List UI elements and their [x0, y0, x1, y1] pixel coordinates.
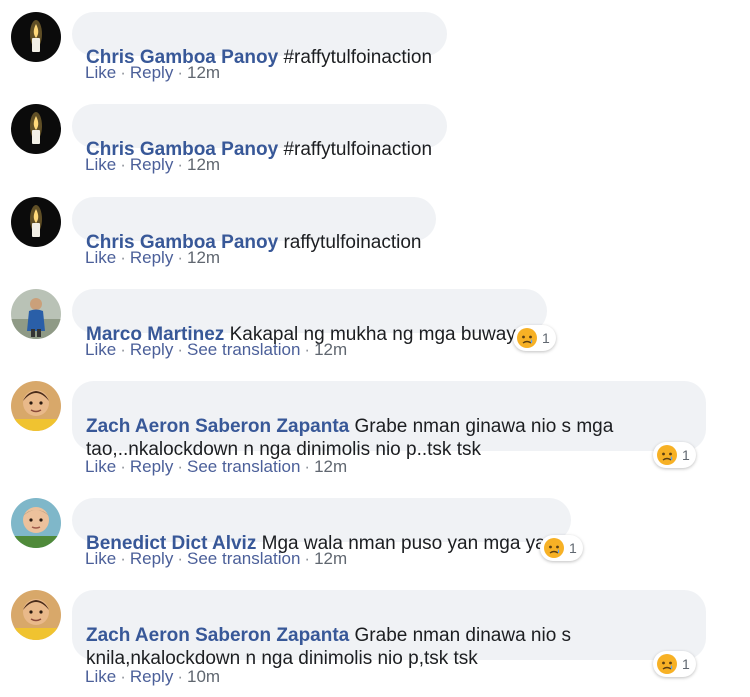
- comment-timestamp[interactable]: 12m: [314, 340, 347, 359]
- reaction-badge[interactable]: 1: [540, 535, 583, 561]
- like-link[interactable]: Like: [85, 248, 116, 267]
- reply-link[interactable]: Reply: [130, 155, 173, 174]
- comment-bubble: Zach Aeron Saberon Zapanta Grabe nman gi…: [72, 381, 706, 460]
- separator: ·: [120, 457, 126, 476]
- like-link[interactable]: Like: [85, 549, 116, 568]
- comment-timestamp[interactable]: 12m: [314, 457, 347, 476]
- reaction-count: 1: [542, 330, 550, 346]
- like-link[interactable]: Like: [85, 340, 116, 359]
- separator: ·: [120, 63, 126, 82]
- comment-text: raffytulfoinaction: [283, 232, 422, 253]
- like-link[interactable]: Like: [85, 63, 116, 82]
- person-avatar[interactable]: [11, 289, 61, 339]
- comment-bubble: Chris Gamboa Panoy #raffytulfoinaction: [72, 104, 448, 160]
- reply-link[interactable]: Reply: [130, 340, 173, 359]
- see-translation-link[interactable]: See translation: [187, 549, 300, 568]
- separator: ·: [177, 155, 183, 174]
- reaction-count: 1: [682, 447, 690, 463]
- comment-timestamp[interactable]: 12m: [187, 248, 220, 267]
- see-translation-link[interactable]: See translation: [187, 340, 300, 359]
- comment-timestamp[interactable]: 12m: [187, 63, 220, 82]
- comment-actions: Like · Reply · 12m: [85, 63, 220, 83]
- reaction-count: 1: [682, 656, 690, 672]
- candle-avatar[interactable]: [11, 104, 61, 154]
- comment-author[interactable]: Zach Aeron Saberon Zapanta: [86, 416, 349, 437]
- sad-reaction-icon: [517, 328, 537, 348]
- comment-actions: Like · Reply · 12m: [85, 248, 220, 268]
- comment-actions: Like · Reply · See translation · 12m: [85, 457, 347, 477]
- child-avatar[interactable]: [11, 381, 61, 431]
- reply-link[interactable]: Reply: [130, 549, 173, 568]
- reaction-count: 1: [569, 540, 577, 556]
- comment-feed: Chris Gamboa Panoy #raffytulfoinaction L…: [0, 0, 750, 697]
- candle-avatar[interactable]: [11, 197, 61, 247]
- reply-link[interactable]: Reply: [130, 457, 173, 476]
- separator: ·: [177, 667, 183, 686]
- comment-text: #raffytulfoinaction: [283, 47, 433, 68]
- separator: ·: [304, 457, 311, 476]
- separator: ·: [177, 549, 183, 568]
- like-link[interactable]: Like: [85, 155, 116, 174]
- comment-author[interactable]: Zach Aeron Saberon Zapanta: [86, 625, 349, 646]
- comment-bubble: Chris Gamboa Panoy raffytulfoinaction: [72, 197, 437, 253]
- separator: ·: [120, 549, 126, 568]
- separator: ·: [120, 340, 126, 359]
- separator: ·: [304, 340, 311, 359]
- separator: ·: [120, 248, 126, 267]
- candle-avatar[interactable]: [11, 12, 61, 62]
- comment-actions: Like · Reply · 10m: [85, 667, 220, 687]
- comment-bubble: Zach Aeron Saberon Zapanta Grabe nman di…: [72, 590, 706, 669]
- like-link[interactable]: Like: [85, 667, 116, 686]
- comment-actions: Like · Reply · See translation · 12m: [85, 340, 347, 360]
- reaction-badge[interactable]: 1: [653, 442, 696, 468]
- comment-timestamp[interactable]: 12m: [314, 549, 347, 568]
- reply-link[interactable]: Reply: [130, 63, 173, 82]
- comment-actions: Like · Reply · See translation · 12m: [85, 549, 347, 569]
- separator: ·: [120, 667, 126, 686]
- see-translation-link[interactable]: See translation: [187, 457, 300, 476]
- separator: ·: [304, 549, 311, 568]
- separator: ·: [120, 155, 126, 174]
- comment-text: #raffytulfoinaction: [283, 139, 433, 160]
- like-link[interactable]: Like: [85, 457, 116, 476]
- reply-link[interactable]: Reply: [130, 667, 173, 686]
- sad-reaction-icon: [657, 654, 677, 674]
- reply-link[interactable]: Reply: [130, 248, 173, 267]
- separator: ·: [177, 457, 183, 476]
- sad-reaction-icon: [544, 538, 564, 558]
- comment-timestamp[interactable]: 10m: [187, 667, 220, 686]
- separator: ·: [177, 63, 183, 82]
- comment-bubble: Chris Gamboa Panoy #raffytulfoinaction: [72, 12, 448, 68]
- child-avatar-2[interactable]: [11, 498, 61, 548]
- comment-actions: Like · Reply · 12m: [85, 155, 220, 175]
- comment-timestamp[interactable]: 12m: [187, 155, 220, 174]
- child-avatar[interactable]: [11, 590, 61, 640]
- reaction-badge[interactable]: 1: [513, 325, 556, 351]
- reaction-badge[interactable]: 1: [653, 651, 696, 677]
- comment-bubble: Benedict Dict Alviz Mga wala nman puso y…: [72, 498, 572, 554]
- separator: ·: [177, 248, 183, 267]
- comment-bubble: Marco Martinez Kakapal ng mukha ng mga b…: [72, 289, 547, 345]
- separator: ·: [177, 340, 183, 359]
- sad-reaction-icon: [657, 445, 677, 465]
